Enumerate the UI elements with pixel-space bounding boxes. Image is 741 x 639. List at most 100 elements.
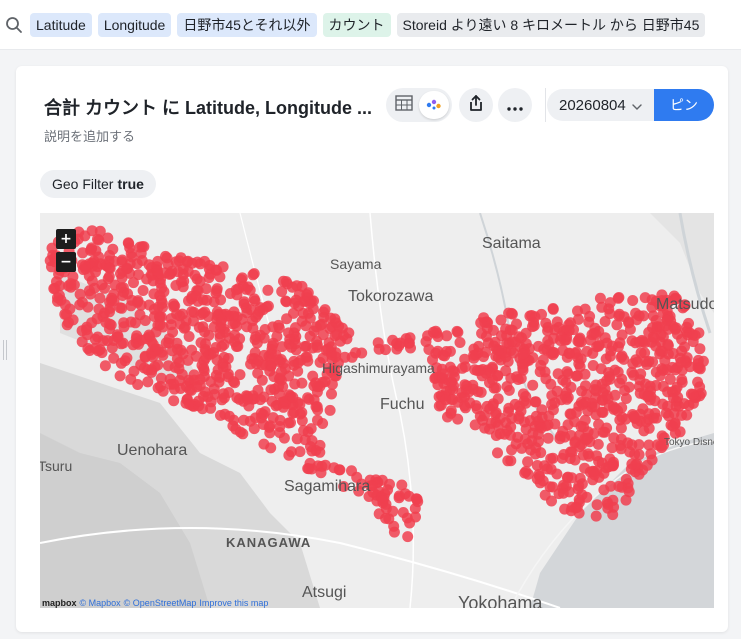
- map-point[interactable]: [246, 353, 258, 365]
- map-point[interactable]: [74, 288, 86, 300]
- map-point[interactable]: [262, 284, 274, 296]
- map-point[interactable]: [480, 346, 491, 358]
- map-point[interactable]: [490, 430, 502, 441]
- map-point[interactable]: [692, 376, 704, 388]
- map-point[interactable]: [214, 328, 226, 340]
- map-point[interactable]: [163, 337, 175, 349]
- map-point[interactable]: [639, 337, 651, 348]
- map-point[interactable]: [249, 334, 261, 345]
- map-point[interactable]: [441, 330, 453, 342]
- map-point[interactable]: [241, 307, 253, 319]
- map-point[interactable]: [572, 305, 583, 317]
- map-point[interactable]: [244, 284, 256, 296]
- zoom-out-button[interactable]: −: [56, 252, 76, 272]
- map-point[interactable]: [324, 404, 336, 416]
- map-point[interactable]: [593, 340, 605, 352]
- map-point[interactable]: [542, 335, 554, 347]
- map-point[interactable]: [317, 418, 329, 429]
- map-point[interactable]: [612, 366, 624, 378]
- map-point[interactable]: [155, 380, 166, 392]
- map-point[interactable]: [651, 412, 663, 424]
- map-point[interactable]: [55, 294, 67, 306]
- map-point[interactable]: [430, 325, 442, 337]
- map-point[interactable]: [147, 339, 159, 350]
- map-point[interactable]: [290, 322, 301, 334]
- map-point[interactable]: [589, 469, 601, 481]
- map-point[interactable]: [208, 347, 219, 358]
- map-view-option[interactable]: [419, 91, 449, 119]
- map-point[interactable]: [664, 373, 676, 385]
- map-point[interactable]: [484, 377, 495, 389]
- map-point[interactable]: [582, 448, 594, 460]
- map-point[interactable]: [278, 275, 289, 287]
- map-point[interactable]: [615, 433, 627, 445]
- map-point[interactable]: [654, 370, 666, 382]
- map-point[interactable]: [265, 360, 277, 372]
- map-point[interactable]: [607, 401, 619, 413]
- map-point[interactable]: [582, 432, 594, 444]
- map-point[interactable]: [99, 360, 111, 372]
- map-point[interactable]: [255, 407, 267, 419]
- share-button[interactable]: [459, 88, 493, 122]
- map-point[interactable]: [604, 350, 616, 362]
- map-point[interactable]: [596, 406, 608, 418]
- map-point[interactable]: [563, 347, 575, 359]
- map-point[interactable]: [193, 395, 205, 407]
- map-point[interactable]: [531, 460, 543, 471]
- map-point[interactable]: [547, 481, 559, 493]
- map-point[interactable]: [307, 370, 319, 382]
- map-point[interactable]: [590, 510, 602, 522]
- map-point[interactable]: [606, 442, 618, 454]
- map-point[interactable]: [672, 391, 684, 403]
- map-point[interactable]: [346, 465, 357, 477]
- map-point[interactable]: [581, 345, 593, 357]
- map-point[interactable]: [670, 322, 682, 334]
- map-point[interactable]: [267, 337, 279, 349]
- map-point[interactable]: [545, 378, 557, 390]
- map-point[interactable]: [122, 288, 134, 300]
- map-point[interactable]: [420, 336, 432, 348]
- map-point[interactable]: [217, 361, 229, 373]
- map-point[interactable]: [356, 347, 368, 359]
- map-point[interactable]: [165, 319, 177, 331]
- map-point[interactable]: [627, 358, 639, 370]
- map-point[interactable]: [102, 335, 113, 347]
- map-point[interactable]: [307, 303, 319, 315]
- map-point[interactable]: [661, 314, 673, 326]
- map-point[interactable]: [641, 459, 653, 471]
- map-point[interactable]: [173, 357, 185, 368]
- zoom-in-button[interactable]: +: [56, 229, 76, 249]
- map-point[interactable]: [593, 418, 605, 430]
- map-point[interactable]: [123, 238, 135, 249]
- map-point[interactable]: [517, 364, 529, 376]
- map-point[interactable]: [91, 313, 103, 325]
- map-point[interactable]: [447, 384, 459, 395]
- map-point[interactable]: [142, 364, 154, 376]
- map-point[interactable]: [647, 322, 658, 334]
- map-point[interactable]: [208, 383, 220, 395]
- map-point[interactable]: [294, 408, 306, 420]
- map-point[interactable]: [373, 343, 385, 355]
- map-point[interactable]: [377, 495, 389, 507]
- view-toggle[interactable]: [386, 88, 452, 122]
- map-point[interactable]: [331, 329, 343, 341]
- map-point[interactable]: [481, 400, 493, 412]
- map-point[interactable]: [303, 463, 315, 475]
- map-point[interactable]: [530, 410, 542, 422]
- map-point[interactable]: [503, 307, 515, 319]
- map-point[interactable]: [403, 490, 415, 502]
- map-point[interactable]: [103, 262, 115, 274]
- map[interactable]: Saitama Sayama Tokorozawa Matsudo Higashimur…: [40, 213, 714, 608]
- table-view-option[interactable]: [389, 91, 419, 119]
- map-point[interactable]: [86, 242, 98, 254]
- map-point[interactable]: [234, 369, 246, 381]
- map-point[interactable]: [151, 265, 163, 277]
- map-point[interactable]: [139, 350, 151, 362]
- map-point[interactable]: [273, 319, 284, 331]
- resize-handle[interactable]: [3, 340, 9, 360]
- map-point[interactable]: [172, 266, 184, 278]
- map-point[interactable]: [469, 364, 481, 376]
- map-point[interactable]: [526, 310, 538, 321]
- map-point[interactable]: [182, 255, 194, 267]
- map-point[interactable]: [211, 283, 223, 295]
